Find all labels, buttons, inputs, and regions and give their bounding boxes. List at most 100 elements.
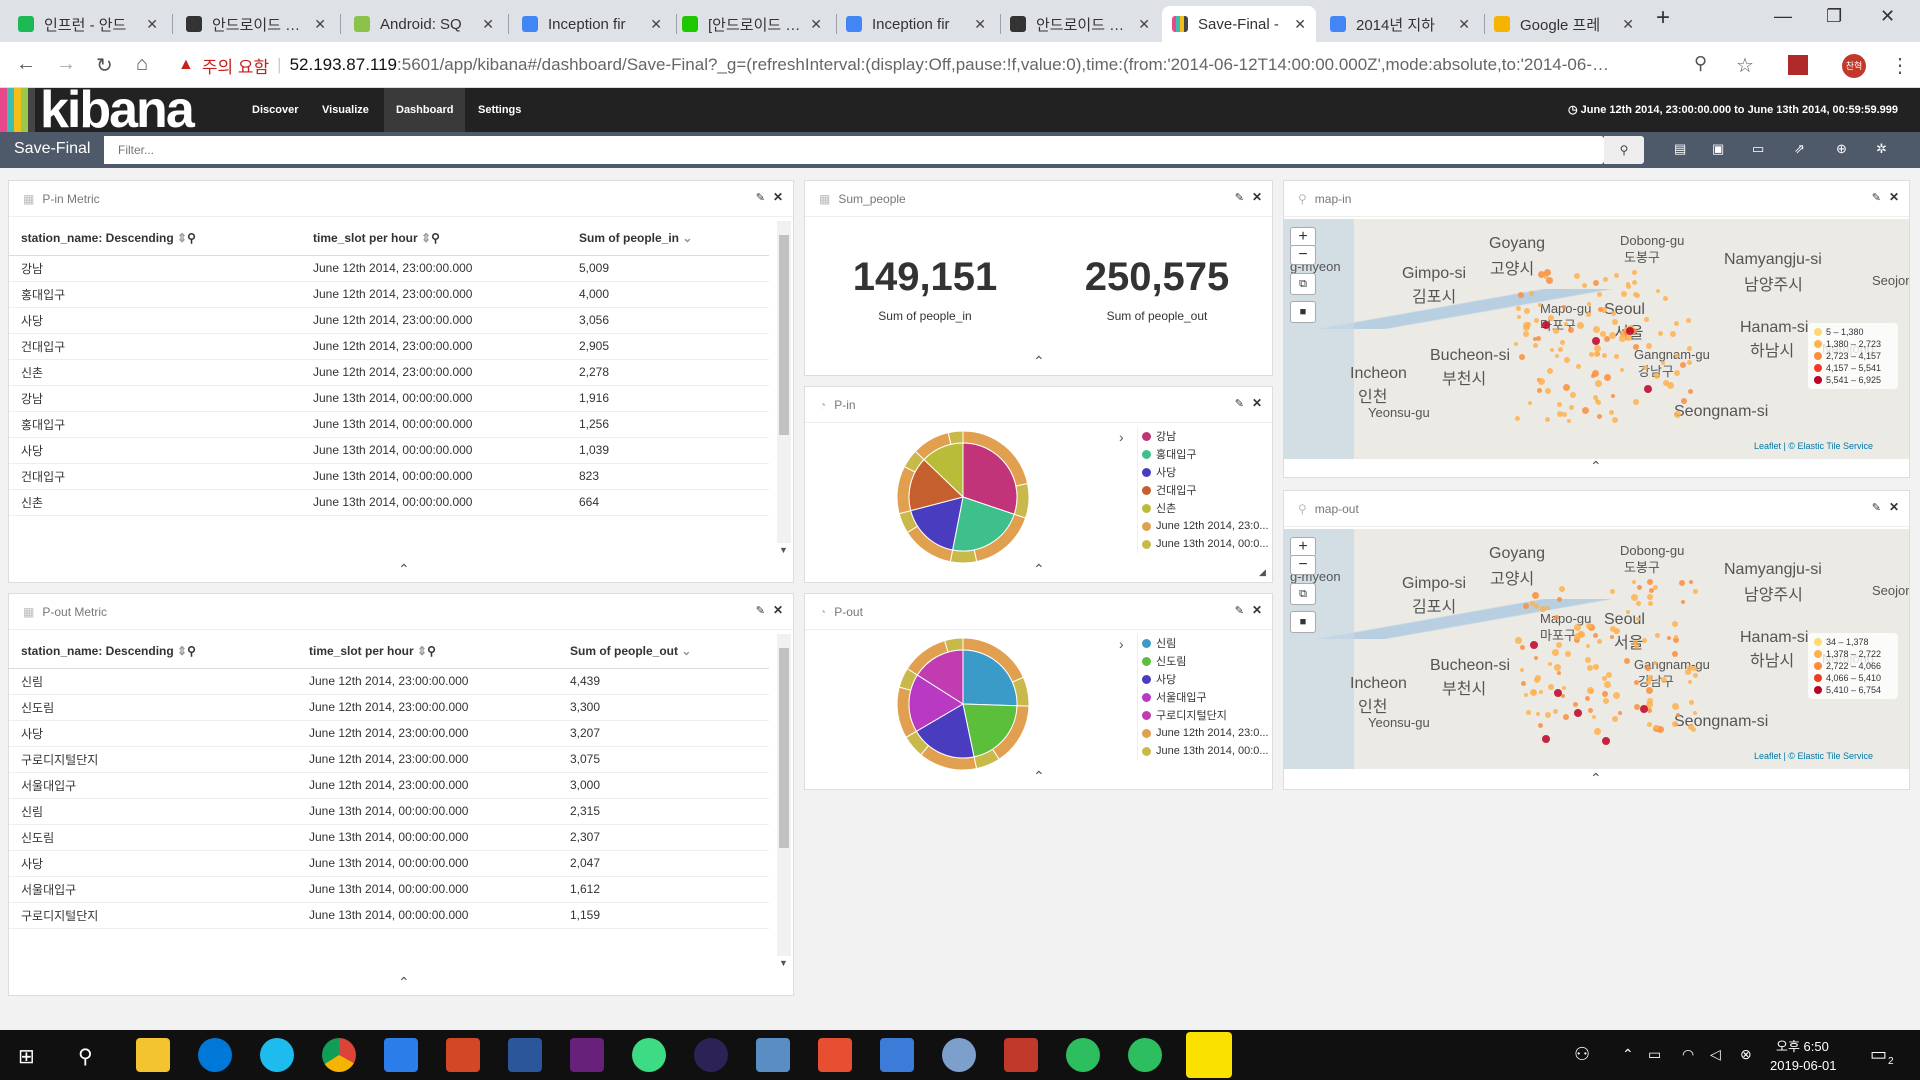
map-data-point[interactable]: [1610, 588, 1616, 594]
sum-cell[interactable]: 2,047: [558, 850, 769, 877]
map-data-point[interactable]: [1520, 645, 1526, 651]
station-cell[interactable]: 구로디지털단지: [9, 746, 297, 773]
back-icon[interactable]: ←: [16, 53, 36, 76]
map-data-point[interactable]: [1604, 680, 1612, 688]
column-header-sum[interactable]: Sum of people_out ⌄: [558, 634, 769, 669]
map-data-point[interactable]: [1573, 623, 1581, 631]
map-data-point[interactable]: [1633, 679, 1639, 685]
station-cell[interactable]: 신도림: [9, 824, 297, 851]
map-data-point[interactable]: [1551, 648, 1559, 656]
close-tab-icon[interactable]: ✕: [650, 16, 662, 33]
map-data-point[interactable]: [1554, 353, 1559, 358]
p-out-pie-chart[interactable]: [893, 634, 1033, 774]
map-data-point[interactable]: [1537, 722, 1543, 728]
column-header-time[interactable]: time_slot per hour ⇕⚲: [297, 634, 558, 669]
map-data-point[interactable]: [1556, 596, 1562, 602]
windows-start-icon[interactable]: ⊞: [18, 1044, 35, 1069]
map-data-point[interactable]: [1585, 656, 1592, 663]
time-cell[interactable]: June 13th 2014, 00:00:00.000: [297, 798, 558, 825]
station-cell[interactable]: 신도림: [9, 694, 297, 721]
edit-pencil-icon[interactable]: ✎: [1235, 604, 1244, 617]
map-data-point[interactable]: [1595, 379, 1603, 387]
clock-time[interactable]: 오후 6:50: [1776, 1036, 1829, 1055]
time-cell[interactable]: June 13th 2014, 00:00:00.000: [297, 824, 558, 851]
map-data-point[interactable]: [1557, 347, 1563, 353]
map-data-point[interactable]: [1687, 679, 1692, 684]
map-data-point[interactable]: [1533, 656, 1538, 661]
map-data-point[interactable]: [1687, 723, 1694, 730]
zoom-in-button[interactable]: +: [1290, 227, 1316, 247]
map-data-point[interactable]: [1538, 270, 1546, 278]
map-data-point[interactable]: [1602, 353, 1608, 359]
map-data-point[interactable]: [1626, 327, 1634, 335]
close-panel-icon[interactable]: ✕: [1889, 190, 1899, 204]
map-data-point[interactable]: [1602, 698, 1609, 705]
internet-explorer-icon[interactable]: [260, 1038, 294, 1072]
map-data-point[interactable]: [1561, 685, 1566, 690]
map-out-tilemap[interactable]: Goyang 고양시 Gimpo-si 김포시 Dobong-gu 도봉구 Namyangj…: [1284, 529, 1909, 769]
map-data-point[interactable]: [1556, 671, 1561, 676]
station-cell[interactable]: 강남: [9, 255, 301, 282]
fit-bounds-icon[interactable]: ⧉: [1290, 583, 1316, 605]
sum-cell[interactable]: 1,916: [567, 385, 769, 412]
evernote-icon[interactable]: [1066, 1038, 1100, 1072]
browser-tab-6[interactable]: Inception fir ✕: [836, 6, 996, 42]
security-warning[interactable]: 주의 요함: [202, 53, 269, 78]
map-data-point[interactable]: [1679, 361, 1686, 368]
map-data-point[interactable]: [1632, 280, 1638, 286]
map-data-point[interactable]: [1565, 650, 1572, 657]
evernote-icon-2[interactable]: [1128, 1038, 1162, 1072]
matlab-icon[interactable]: [1004, 1038, 1038, 1072]
map-data-point[interactable]: [1597, 306, 1603, 312]
map-data-point[interactable]: [1547, 314, 1554, 321]
map-data-point[interactable]: [1593, 280, 1600, 287]
map-data-point[interactable]: [1646, 722, 1652, 728]
map-data-point[interactable]: [1645, 679, 1651, 685]
time-cell[interactable]: June 12th 2014, 23:00:00.000: [301, 359, 567, 386]
map-data-point[interactable]: [1530, 689, 1538, 697]
kakaotalk-icon[interactable]: [1186, 1032, 1232, 1078]
forward-icon[interactable]: →: [56, 53, 76, 76]
save-icon[interactable]: ▣: [1712, 141, 1724, 157]
powerpoint-icon[interactable]: [446, 1038, 480, 1072]
map-data-point[interactable]: [1532, 337, 1537, 342]
ime-close-icon[interactable]: ⊗: [1740, 1046, 1752, 1063]
map-data-point[interactable]: [1544, 712, 1551, 719]
file-explorer-icon[interactable]: [136, 1038, 170, 1072]
close-tab-icon[interactable]: ✕: [146, 16, 158, 33]
map-data-point[interactable]: [1631, 270, 1637, 276]
map-data-point[interactable]: [1679, 580, 1686, 587]
map-data-point[interactable]: [1666, 381, 1674, 389]
edge-icon[interactable]: [198, 1038, 232, 1072]
station-cell[interactable]: 홍대입구: [9, 411, 301, 438]
map-data-point[interactable]: [1645, 686, 1653, 694]
map-data-point[interactable]: [1582, 282, 1588, 288]
edit-pencil-icon[interactable]: ✎: [756, 191, 765, 204]
notification-icon[interactable]: ▭: [1870, 1044, 1887, 1065]
map-data-point[interactable]: [1523, 321, 1531, 329]
legend-toggle-icon[interactable]: ›: [1119, 429, 1124, 445]
map-data-point[interactable]: [1687, 664, 1694, 671]
time-cell[interactable]: June 13th 2014, 00:00:00.000: [301, 411, 567, 438]
map-data-point[interactable]: [1680, 398, 1687, 405]
battery-icon[interactable]: ▭: [1648, 1046, 1661, 1063]
browser-tab-1[interactable]: 인프런 - 안드 ✕: [8, 6, 168, 42]
time-cell[interactable]: June 12th 2014, 23:00:00.000: [297, 746, 558, 773]
map-data-point[interactable]: [1693, 673, 1699, 679]
map-data-point[interactable]: [1553, 663, 1561, 671]
map-data-point[interactable]: [1596, 414, 1602, 420]
station-cell[interactable]: 신촌: [9, 359, 301, 386]
sum-cell[interactable]: 2,278: [567, 359, 769, 386]
map-data-point[interactable]: [1609, 634, 1614, 639]
legend-item[interactable]: June 12th 2014, 23:0...: [1142, 724, 1269, 742]
legend-item[interactable]: 신촌: [1142, 499, 1269, 517]
station-cell[interactable]: 신촌: [9, 489, 301, 516]
browser-tab-2[interactable]: 안드로이드 … ✕: [176, 6, 336, 42]
collapse-chevron-icon[interactable]: ⌃: [398, 974, 410, 991]
sum-cell[interactable]: 3,300: [558, 694, 769, 721]
scrollbar-thumb[interactable]: [779, 235, 789, 435]
map-data-point[interactable]: [1643, 364, 1649, 370]
search-icon[interactable]: ⚲: [78, 1044, 93, 1069]
map-data-point[interactable]: [1649, 588, 1655, 594]
people-icon[interactable]: ⚇: [1574, 1044, 1590, 1065]
